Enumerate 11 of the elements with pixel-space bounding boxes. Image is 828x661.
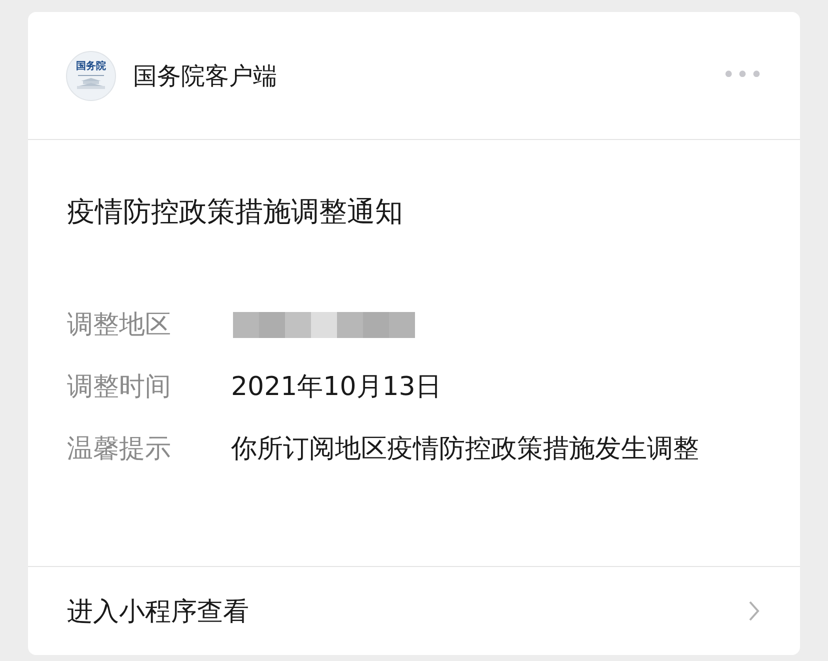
field-label: 温馨提示 xyxy=(67,433,172,466)
field-label: 调整地区 xyxy=(67,309,172,342)
field-label: 调整时间 xyxy=(67,371,172,404)
open-mini-program-link[interactable]: 进入小程序查看 xyxy=(28,566,800,655)
field-value: 你所订阅地区疫情防控政策措施发生调整 xyxy=(231,433,700,466)
logo-text: 国务院 xyxy=(76,62,106,72)
field-value: 2021年10月13日 xyxy=(231,371,442,404)
chevron-right-icon xyxy=(748,600,760,622)
building-icon xyxy=(76,75,106,89)
notice-title: 疫情防控政策措施调整通知 xyxy=(67,194,404,230)
account-name: 国务院客户端 xyxy=(133,60,278,92)
